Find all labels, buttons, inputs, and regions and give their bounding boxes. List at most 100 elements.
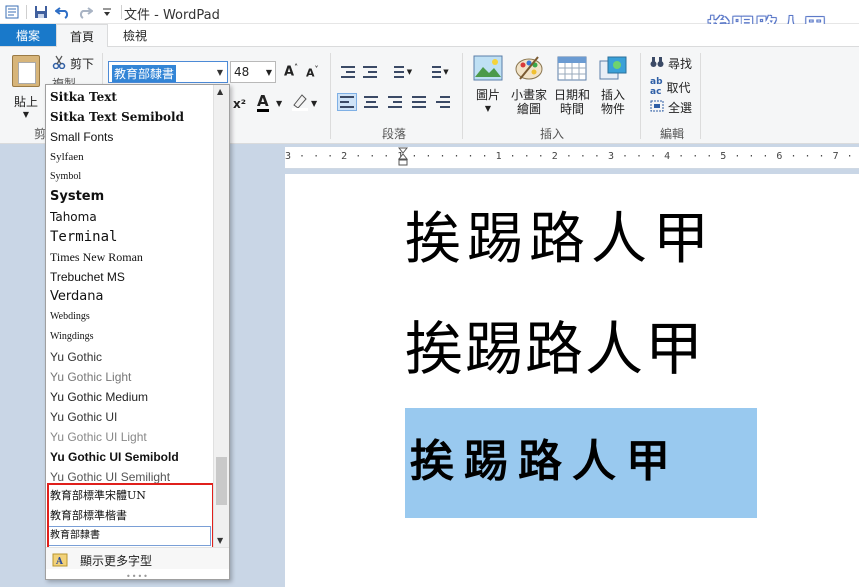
font-option-moe-kai[interactable]: 教育部標準楷書 xyxy=(50,506,210,526)
replace-label: 取代 xyxy=(666,80,691,95)
scroll-down-arrow-icon[interactable]: ▼ xyxy=(217,536,223,545)
cut-button[interactable]: 剪下 xyxy=(52,55,94,72)
customize-qat-icon[interactable] xyxy=(99,4,115,20)
font-color-button[interactable]: A xyxy=(257,93,269,112)
picture-label: 圖片 xyxy=(475,88,500,102)
date-time-label-line2: 時間 xyxy=(559,102,584,116)
chevron-down-icon[interactable]: ▼ xyxy=(213,62,227,82)
paste-label: 貼上 xyxy=(13,95,38,109)
picture-icon xyxy=(472,55,504,84)
select-all-button[interactable]: 全選 xyxy=(650,99,692,116)
font-option-system[interactable]: System xyxy=(50,187,210,207)
qat-separator xyxy=(26,5,27,19)
paragraph-settings-button[interactable] xyxy=(433,93,453,111)
shrink-font-button[interactable]: A˅ xyxy=(306,65,319,80)
font-option-tahoma[interactable]: Tahoma xyxy=(50,207,210,227)
line-spacing-button[interactable]: ▼ xyxy=(424,63,452,81)
show-more-fonts-button[interactable]: A 顯示更多字型 xyxy=(46,547,229,569)
document-line-1[interactable]: 挨踢路人甲 xyxy=(405,194,715,275)
chevron-down-icon[interactable]: ▼ xyxy=(311,99,317,108)
font-option-yu-gothic-medium[interactable]: Yu Gothic Medium xyxy=(50,387,210,407)
scroll-up-arrow-icon[interactable]: ▲ xyxy=(217,87,223,96)
tab-home[interactable]: 首頁 xyxy=(56,24,108,47)
font-option-yu-gothic[interactable]: Yu Gothic xyxy=(50,347,210,367)
document-line-3[interactable]: 挨踢路人甲 xyxy=(410,425,680,489)
align-center-button[interactable] xyxy=(361,93,381,111)
font-option-small-fonts[interactable]: Small Fonts xyxy=(50,127,210,147)
chevron-down-icon[interactable]: ▼ xyxy=(276,99,282,108)
decrease-indent-icon xyxy=(341,66,355,78)
date-time-label-line1: 日期和 xyxy=(553,88,590,102)
align-left-icon xyxy=(340,96,354,108)
font-option-moe-song[interactable]: 教育部標準宋體UN xyxy=(50,486,210,506)
justify-button[interactable] xyxy=(409,93,429,111)
horizontal-ruler[interactable]: 3 · · · 2 · · · 1 · · · · · · 1 · · · 2 … xyxy=(285,147,859,169)
chevron-down-icon[interactable]: ▼ xyxy=(263,62,275,82)
font-option-sitka-text[interactable]: Sitka Text xyxy=(50,87,210,107)
date-time-button[interactable]: 日期和 時間 xyxy=(552,55,592,116)
font-option-times-new-roman[interactable]: Times New Roman xyxy=(50,247,210,267)
font-size-combobox[interactable]: 48 ▼ xyxy=(230,61,276,83)
chevron-down-icon: ▼ xyxy=(443,68,449,76)
superscript-button[interactable]: x² xyxy=(233,97,246,111)
font-name-combobox[interactable]: 教育部隸書 ▼ xyxy=(108,61,228,83)
highlighter-icon[interactable] xyxy=(290,93,310,111)
font-option-trebuchet-ms[interactable]: Trebuchet MS xyxy=(50,267,210,287)
font-option-yu-gothic-light[interactable]: Yu Gothic Light xyxy=(50,367,210,387)
decrease-indent-button[interactable] xyxy=(338,63,358,81)
paint-label-line1: 小畫家 xyxy=(510,88,547,102)
paragraph-group-label: 段落 xyxy=(382,127,407,141)
font-option-sylfaen[interactable]: Sylfaen xyxy=(50,147,210,167)
wordpad-app-icon[interactable] xyxy=(4,4,20,20)
font-option-terminal[interactable]: Terminal xyxy=(50,227,210,247)
font-option-yu-gothic-ui[interactable]: Yu Gothic UI xyxy=(50,407,210,427)
binoculars-icon xyxy=(650,56,664,71)
tab-view[interactable]: 檢視 xyxy=(110,24,160,46)
svg-text:A: A xyxy=(55,557,64,567)
grow-font-label: A xyxy=(284,64,295,80)
select-all-icon xyxy=(650,100,664,115)
font-dropdown-list[interactable]: Sitka Text Sitka Text Semibold Small Fon… xyxy=(45,84,230,580)
insert-object-label-line1: 插入 xyxy=(600,88,625,102)
insert-object-button[interactable]: 插入 物件 xyxy=(597,55,629,116)
calendar-icon xyxy=(552,55,592,84)
font-option-wingdings[interactable]: Wingdings xyxy=(50,327,210,347)
font-option-webdings[interactable]: Webdings xyxy=(50,307,210,327)
align-right-button[interactable] xyxy=(385,93,405,111)
paste-button[interactable]: 貼上 ▼ xyxy=(8,53,44,119)
select-all-label: 全選 xyxy=(668,101,693,115)
clipboard-icon xyxy=(12,55,40,87)
scroll-thumb[interactable] xyxy=(216,457,227,505)
font-option-moe-li[interactable]: 教育部隸書 xyxy=(50,526,210,546)
indent-marker-icon[interactable] xyxy=(397,147,409,167)
find-button[interactable]: 尋找 xyxy=(650,55,692,72)
align-left-button[interactable] xyxy=(337,93,357,111)
increase-indent-button[interactable] xyxy=(360,63,380,81)
replace-button[interactable]: ab ac 取代 xyxy=(650,77,691,97)
find-label: 尋找 xyxy=(668,57,693,71)
chevron-down-icon: ▼ xyxy=(406,68,413,76)
save-icon[interactable] xyxy=(33,4,49,20)
undo-icon[interactable] xyxy=(55,4,71,20)
font-name-value: 教育部隸書 xyxy=(112,65,177,82)
paint-drawing-button[interactable]: 小畫家 繪圖 xyxy=(509,55,549,116)
show-more-fonts-label: 顯示更多字型 xyxy=(80,554,153,568)
font-option-sitka-text-semibold[interactable]: Sitka Text Semibold xyxy=(50,107,210,127)
picture-button[interactable]: 圖片 ▼ xyxy=(472,55,504,116)
grow-font-button[interactable]: A˄ xyxy=(284,63,298,79)
tab-file[interactable]: 檔案 xyxy=(0,24,56,46)
redo-icon[interactable] xyxy=(77,4,93,20)
font-option-yu-gothic-ui-light[interactable]: Yu Gothic UI Light xyxy=(50,427,210,447)
font-option-symbol[interactable]: Symbol xyxy=(50,167,210,187)
resize-grip-icon[interactable]: •••• xyxy=(126,572,149,579)
paragraph-icon xyxy=(436,96,450,108)
align-center-icon xyxy=(364,96,378,108)
paint-palette-icon xyxy=(509,55,549,84)
font-option-yu-gothic-ui-semibold[interactable]: Yu Gothic UI Semibold xyxy=(50,447,210,467)
font-list-scrollbar[interactable]: ▲ ▼ xyxy=(213,85,229,547)
document-line-2[interactable]: 挨踢路人甲 xyxy=(405,302,705,386)
ribbon-tabs: 檔案 首頁 檢視 xyxy=(0,24,859,47)
font-option-yu-gothic-ui-semilight[interactable]: Yu Gothic UI Semilight xyxy=(50,467,210,487)
font-option-verdana[interactable]: Verdana xyxy=(50,287,210,307)
bullets-button[interactable]: ▼ xyxy=(386,63,416,81)
